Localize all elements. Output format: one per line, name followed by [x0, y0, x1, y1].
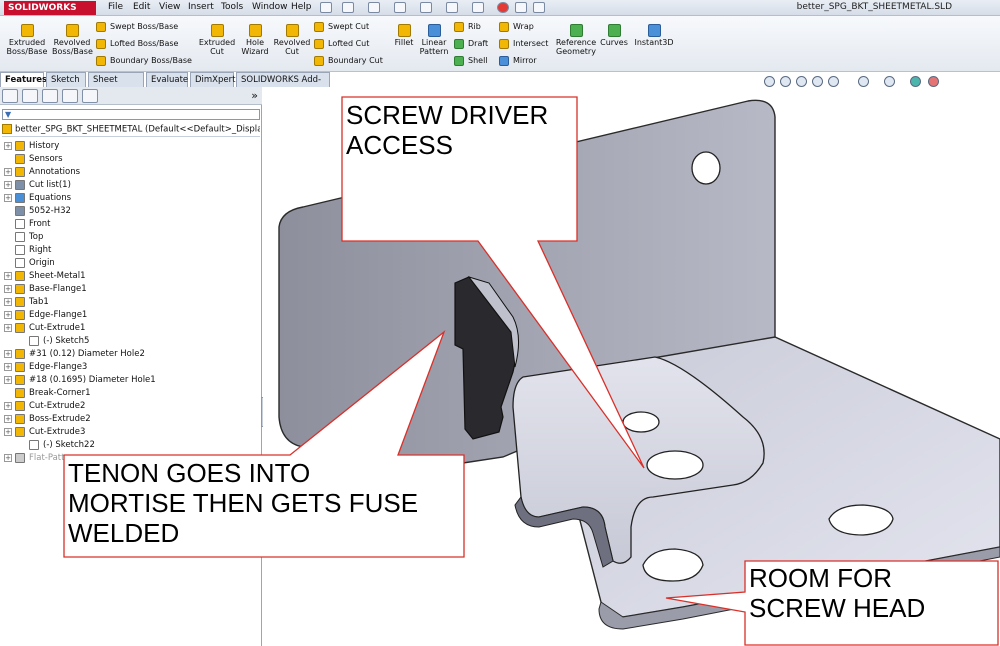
callout-layer	[63, 96, 999, 646]
callout-screwdriver-text: SCREW DRIVER ACCESS	[346, 100, 549, 160]
callout-room-text: ROOM FOR SCREW HEAD	[749, 563, 926, 623]
callout-tenon-text: TENON GOES INTO MORTISE THEN GETS FUSE W…	[68, 458, 419, 548]
